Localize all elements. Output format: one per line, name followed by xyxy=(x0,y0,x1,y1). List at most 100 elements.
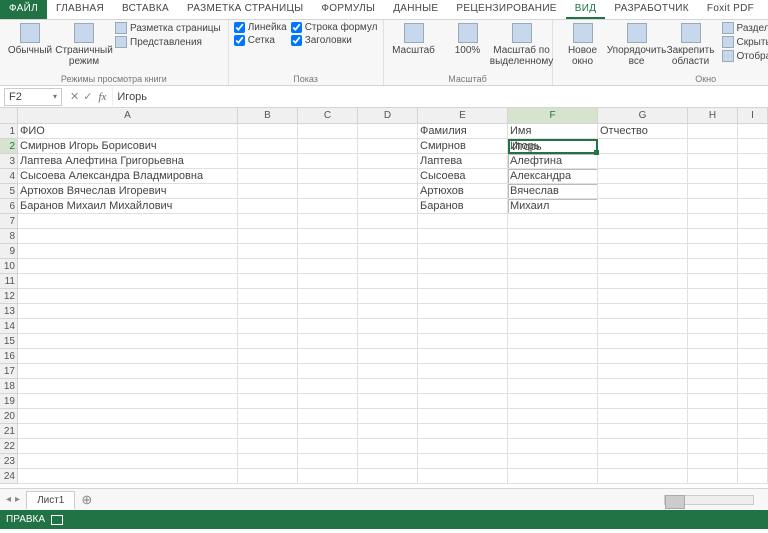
cell-G24[interactable] xyxy=(598,469,688,484)
cell-F13[interactable] xyxy=(508,304,598,319)
cell-B24[interactable] xyxy=(238,469,298,484)
cell-F15[interactable] xyxy=(508,334,598,349)
cell-D19[interactable] xyxy=(358,394,418,409)
cell-C6[interactable] xyxy=(298,199,358,214)
col-header-F[interactable]: F xyxy=(508,108,598,124)
tab-foxit pdf[interactable]: Foxit PDF xyxy=(698,0,763,19)
cell-D15[interactable] xyxy=(358,334,418,349)
row-header-17[interactable]: 17 xyxy=(0,364,18,379)
cell-I5[interactable] xyxy=(738,184,768,199)
cell-I2[interactable] xyxy=(738,139,768,154)
cell-E18[interactable] xyxy=(418,379,508,394)
cell-H5[interactable] xyxy=(688,184,738,199)
row-header-1[interactable]: 1 xyxy=(0,124,18,139)
cell-D7[interactable] xyxy=(358,214,418,229)
unhide-button[interactable]: Отобразить xyxy=(720,50,768,62)
cell-D8[interactable] xyxy=(358,229,418,244)
cell-E16[interactable] xyxy=(418,349,508,364)
cell-H2[interactable] xyxy=(688,139,738,154)
cell-F9[interactable] xyxy=(508,244,598,259)
cell-H22[interactable] xyxy=(688,439,738,454)
cell-H14[interactable] xyxy=(688,319,738,334)
cell-A15[interactable] xyxy=(18,334,238,349)
cell-H1[interactable] xyxy=(688,124,738,139)
cell-B21[interactable] xyxy=(238,424,298,439)
cell-D3[interactable] xyxy=(358,154,418,169)
tab-разметка страницы[interactable]: РАЗМЕТКА СТРАНИЦЫ xyxy=(178,0,312,19)
col-header-B[interactable]: B xyxy=(238,108,298,124)
cell-A17[interactable] xyxy=(18,364,238,379)
row-header-8[interactable]: 8 xyxy=(0,229,18,244)
cell-I20[interactable] xyxy=(738,409,768,424)
sheet-nav-next-icon[interactable]: ▸ xyxy=(15,494,20,505)
row-header-18[interactable]: 18 xyxy=(0,379,18,394)
name-box[interactable]: F2▾ xyxy=(4,88,62,106)
freeze-panes-button[interactable]: Закрепить области xyxy=(666,22,716,68)
tab-рецензирование[interactable]: РЕЦЕНЗИРОВАНИЕ xyxy=(447,0,565,19)
cell-G20[interactable] xyxy=(598,409,688,424)
cell-G5[interactable] xyxy=(598,184,688,199)
hide-button[interactable]: Скрыть xyxy=(720,36,768,48)
cell-F6[interactable]: Михаил xyxy=(508,199,598,214)
cell-G6[interactable] xyxy=(598,199,688,214)
cell-C7[interactable] xyxy=(298,214,358,229)
cell-F11[interactable] xyxy=(508,274,598,289)
cell-E8[interactable] xyxy=(418,229,508,244)
cell-I13[interactable] xyxy=(738,304,768,319)
cell-E22[interactable] xyxy=(418,439,508,454)
cell-C2[interactable] xyxy=(298,139,358,154)
cell-D2[interactable] xyxy=(358,139,418,154)
cell-I8[interactable] xyxy=(738,229,768,244)
cell-D22[interactable] xyxy=(358,439,418,454)
new-window-button[interactable]: Новое окно xyxy=(558,22,608,68)
cell-A20[interactable] xyxy=(18,409,238,424)
row-header-5[interactable]: 5 xyxy=(0,184,18,199)
cell-H8[interactable] xyxy=(688,229,738,244)
cell-F21[interactable] xyxy=(508,424,598,439)
select-all-corner[interactable] xyxy=(0,108,18,124)
cell-E3[interactable]: Лаптева xyxy=(418,154,508,169)
cell-E10[interactable] xyxy=(418,259,508,274)
cell-C3[interactable] xyxy=(298,154,358,169)
cell-B15[interactable] xyxy=(238,334,298,349)
cell-E2[interactable]: Смирнов xyxy=(418,139,508,154)
tab-формулы[interactable]: ФОРМУЛЫ xyxy=(312,0,384,19)
cell-I10[interactable] xyxy=(738,259,768,274)
cell-D12[interactable] xyxy=(358,289,418,304)
cell-I19[interactable] xyxy=(738,394,768,409)
cell-G8[interactable] xyxy=(598,229,688,244)
cell-A12[interactable] xyxy=(18,289,238,304)
cell-D4[interactable] xyxy=(358,169,418,184)
cell-H24[interactable] xyxy=(688,469,738,484)
cell-I14[interactable] xyxy=(738,319,768,334)
cell-D11[interactable] xyxy=(358,274,418,289)
cell-A23[interactable] xyxy=(18,454,238,469)
split-button[interactable]: Разделить xyxy=(720,22,768,34)
cell-I16[interactable] xyxy=(738,349,768,364)
col-header-G[interactable]: G xyxy=(598,108,688,124)
view-normal-button[interactable]: Обычный xyxy=(5,22,55,57)
row-header-10[interactable]: 10 xyxy=(0,259,18,274)
cell-A2[interactable]: Смирнов Игорь Борисович xyxy=(18,139,238,154)
add-sheet-button[interactable]: ⊕ xyxy=(75,489,98,511)
cell-D23[interactable] xyxy=(358,454,418,469)
row-header-3[interactable]: 3 xyxy=(0,154,18,169)
cell-F23[interactable] xyxy=(508,454,598,469)
row-header-4[interactable]: 4 xyxy=(0,169,18,184)
cell-C19[interactable] xyxy=(298,394,358,409)
cell-F24[interactable] xyxy=(508,469,598,484)
cell-B7[interactable] xyxy=(238,214,298,229)
cell-A11[interactable] xyxy=(18,274,238,289)
cell-E5[interactable]: Артюхов xyxy=(418,184,508,199)
cell-E7[interactable] xyxy=(418,214,508,229)
cell-F14[interactable] xyxy=(508,319,598,334)
cell-I9[interactable] xyxy=(738,244,768,259)
horizontal-scrollbar[interactable] xyxy=(664,495,754,505)
cell-D18[interactable] xyxy=(358,379,418,394)
cell-F7[interactable] xyxy=(508,214,598,229)
zoom-button[interactable]: Масштаб xyxy=(389,22,439,57)
cell-H6[interactable] xyxy=(688,199,738,214)
cell-H3[interactable] xyxy=(688,154,738,169)
cell-F20[interactable] xyxy=(508,409,598,424)
cell-E12[interactable] xyxy=(418,289,508,304)
